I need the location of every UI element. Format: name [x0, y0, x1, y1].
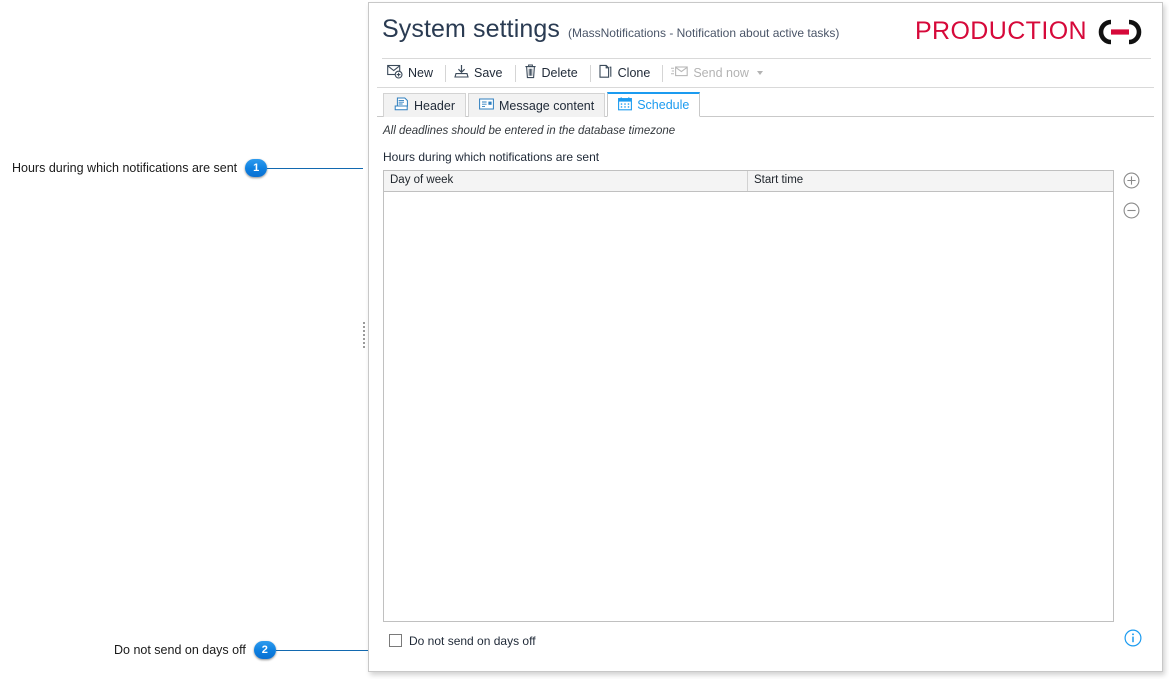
schedule-footer: Do not send on days off	[383, 629, 1148, 652]
send-mail-icon	[671, 65, 689, 81]
days-off-checkbox[interactable]	[389, 634, 402, 647]
system-settings-window: System settings (MassNotifications - Not…	[368, 2, 1163, 672]
message-content-icon	[479, 98, 494, 113]
toolbar: New Save Delete Clone Send now	[377, 59, 1154, 88]
splitter-dot	[363, 330, 365, 332]
splitter-dot	[363, 338, 365, 340]
new-button-label: New	[408, 66, 434, 80]
annotation-2-badge: 2	[253, 641, 276, 659]
column-header-day-of-week[interactable]: Day of week	[384, 171, 748, 191]
info-icon[interactable]	[1124, 629, 1142, 652]
annotation-1-badge: 1	[245, 159, 268, 177]
new-mail-icon	[387, 64, 403, 82]
days-off-checkbox-label: Do not send on days off	[409, 633, 536, 648]
annotation-1-text: Hours during which notifications are sen…	[12, 161, 238, 175]
send-now-button[interactable]: Send now	[667, 63, 771, 83]
calendar-icon	[618, 96, 633, 114]
splitter-dot	[363, 342, 365, 344]
splitter-dot	[363, 346, 365, 348]
remove-row-button[interactable]	[1123, 202, 1140, 224]
tab-schedule[interactable]: Schedule	[607, 92, 701, 117]
grid-body-empty[interactable]	[384, 192, 1113, 621]
annotation-callout-1: Hours during which notifications are sen…	[12, 159, 364, 177]
grid-tool-buttons	[1114, 170, 1148, 224]
hours-grid-row: Day of week Start time	[383, 170, 1148, 622]
delete-button-label: Delete	[541, 66, 578, 80]
window-header: System settings (MassNotifications - Not…	[377, 3, 1154, 59]
clone-button-label: Clone	[617, 66, 651, 80]
tab-message-content[interactable]: Message content	[468, 93, 606, 117]
toolbar-separator	[514, 64, 516, 82]
window-content: System settings (MassNotifications - Not…	[369, 3, 1162, 671]
title-divider	[382, 58, 1151, 59]
page-subtitle: (MassNotifications - Notification about …	[567, 26, 840, 40]
page-title: System settings	[382, 15, 560, 43]
tab-header[interactable]: Header	[383, 93, 466, 117]
clone-button[interactable]: Clone	[595, 62, 659, 84]
tab-header-label: Header	[414, 98, 455, 113]
title-group: System settings (MassNotifications - Not…	[382, 15, 839, 44]
toolbar-separator	[589, 64, 591, 82]
new-button[interactable]: New	[383, 62, 441, 84]
send-now-button-label: Send now	[693, 66, 749, 80]
tab-strip: Header Message content Schedule	[377, 92, 1154, 117]
copy-page-icon	[599, 64, 613, 82]
annotation-callout-2: Do not send on days off 2	[114, 641, 372, 659]
annotation-2-leader-line	[275, 649, 372, 651]
toolbar-separator	[445, 64, 447, 82]
column-header-start-time[interactable]: Start time	[748, 171, 1113, 191]
schedule-panel: All deadlines should be entered in the d…	[377, 117, 1154, 652]
save-button-label: Save	[474, 66, 503, 80]
splitter-dot	[363, 334, 365, 336]
tab-message-content-label: Message content	[499, 98, 595, 113]
days-off-checkbox-row[interactable]: Do not send on days off	[389, 634, 536, 648]
splitter-dot	[363, 322, 365, 324]
annotation-2-text: Do not send on days off	[114, 643, 246, 657]
logo-wordmark: PRODUCTION	[914, 17, 1087, 45]
hours-section-label: Hours during which notifications are sen…	[383, 150, 600, 164]
panel-splitter-handle[interactable]	[362, 322, 367, 348]
delete-button[interactable]: Delete	[520, 62, 586, 84]
splitter-dot	[363, 326, 365, 328]
toolbar-separator	[662, 64, 664, 82]
tab-schedule-label: Schedule	[637, 98, 690, 112]
save-button[interactable]: Save	[450, 62, 511, 84]
save-icon	[454, 64, 469, 82]
chevron-down-icon[interactable]	[756, 71, 763, 75]
trash-icon	[524, 64, 537, 82]
header-printer-icon	[394, 97, 409, 114]
annotation-1-leader-line	[267, 167, 364, 169]
timezone-note: All deadlines should be entered in the d…	[383, 125, 676, 137]
grid-header-row: Day of week Start time	[384, 171, 1113, 192]
add-row-button[interactable]	[1123, 172, 1140, 194]
production-logo: PRODUCTION	[915, 17, 1151, 46]
interlocking-rings-logo	[1089, 18, 1151, 46]
hours-grid[interactable]: Day of week Start time	[383, 170, 1114, 622]
